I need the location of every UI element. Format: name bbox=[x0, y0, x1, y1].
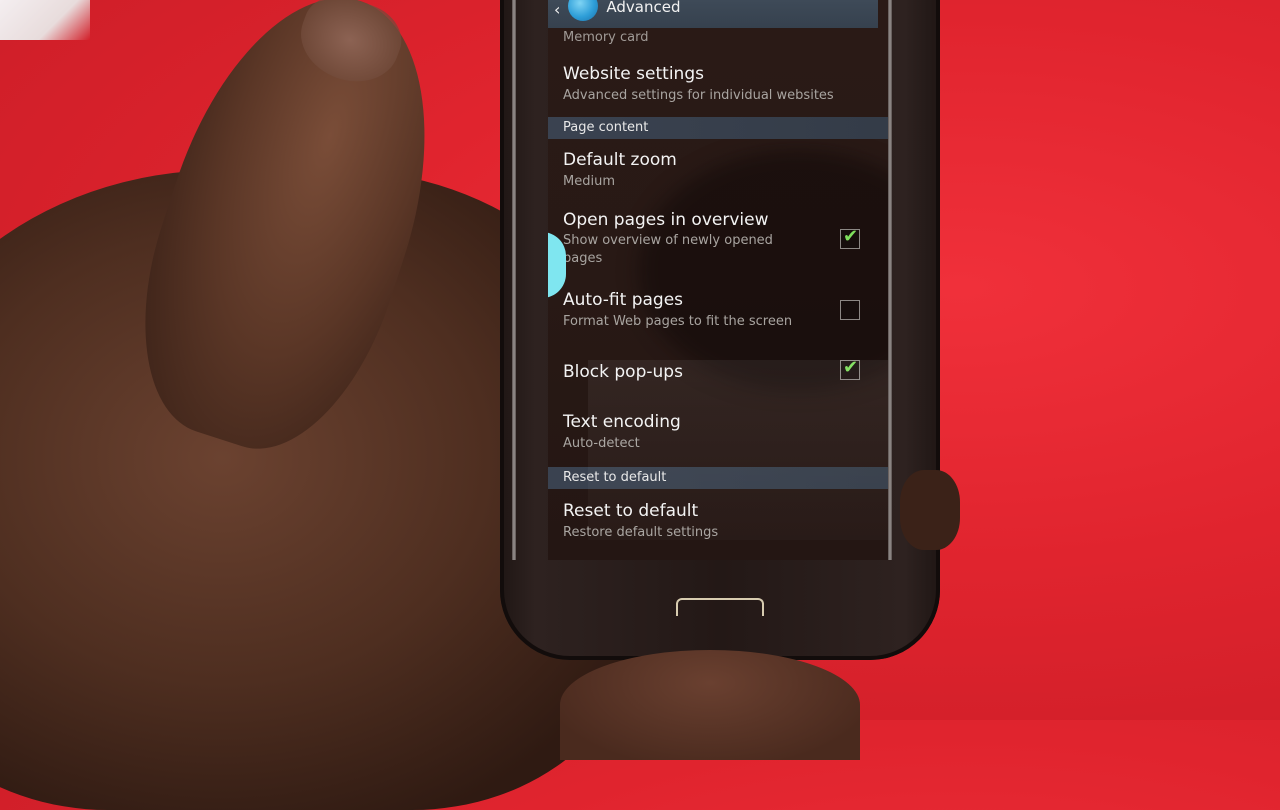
phone-rim-left bbox=[512, 0, 516, 560]
setting-title: Open pages in overview bbox=[563, 210, 769, 230]
section-header-page-content: Page content bbox=[548, 117, 888, 139]
setting-title: Reset to default bbox=[563, 501, 699, 521]
setting-title: Auto-fit pages bbox=[563, 290, 684, 310]
back-icon[interactable]: ‹ bbox=[554, 0, 560, 19]
setting-title: Default zoom bbox=[563, 150, 677, 170]
setting-auto-fit-pages[interactable]: Auto-fit pages Format Web pages to fit t… bbox=[563, 290, 792, 329]
setting-block-popups[interactable]: Block pop-ups bbox=[563, 362, 683, 382]
checkbox-block-popups[interactable]: ✔ bbox=[840, 357, 860, 380]
check-icon: ✔ bbox=[843, 357, 859, 378]
fingertip bbox=[900, 470, 960, 550]
background-corner bbox=[0, 0, 90, 40]
section-header-reset: Reset to default bbox=[548, 467, 888, 489]
setting-title: Block pop-ups bbox=[563, 362, 683, 382]
setting-open-pages-overview[interactable]: Open pages in overview Show overview of … bbox=[563, 210, 803, 268]
setting-title: Text encoding bbox=[563, 412, 681, 432]
action-bar-title: Advanced bbox=[606, 0, 681, 16]
setting-default-zoom[interactable]: Default zoom Medium bbox=[563, 150, 677, 189]
finger bbox=[560, 650, 860, 760]
setting-subtitle: Restore default settings bbox=[563, 525, 719, 540]
setting-subtitle: Show overview of newly opened pages bbox=[563, 233, 773, 266]
checkbox-auto-fit-pages[interactable] bbox=[840, 300, 860, 320]
setting-subtitle: Medium bbox=[563, 174, 615, 189]
checkbox-open-pages-overview[interactable]: ✔ bbox=[840, 226, 860, 249]
internet-globe-icon bbox=[568, 0, 599, 21]
storage-subtitle[interactable]: Memory card bbox=[563, 30, 648, 45]
setting-text-encoding[interactable]: Text encoding Auto-detect bbox=[563, 412, 681, 451]
setting-subtitle: Advanced settings for individual website… bbox=[563, 88, 834, 103]
setting-subtitle: Auto-detect bbox=[563, 436, 640, 451]
setting-reset-to-default[interactable]: Reset to default Restore default setting… bbox=[563, 501, 718, 540]
check-icon: ✔ bbox=[843, 226, 859, 247]
phone-screen: ‹ Advanced Memory card Website settings … bbox=[548, 0, 888, 560]
home-button[interactable] bbox=[676, 598, 764, 616]
setting-title: Website settings bbox=[563, 64, 704, 84]
setting-website-settings[interactable]: Website settings Advanced settings for i… bbox=[563, 64, 834, 103]
setting-subtitle: Format Web pages to fit the screen bbox=[563, 314, 793, 329]
action-bar[interactable]: ‹ Advanced bbox=[548, 0, 878, 28]
phone-rim-right bbox=[888, 0, 892, 560]
